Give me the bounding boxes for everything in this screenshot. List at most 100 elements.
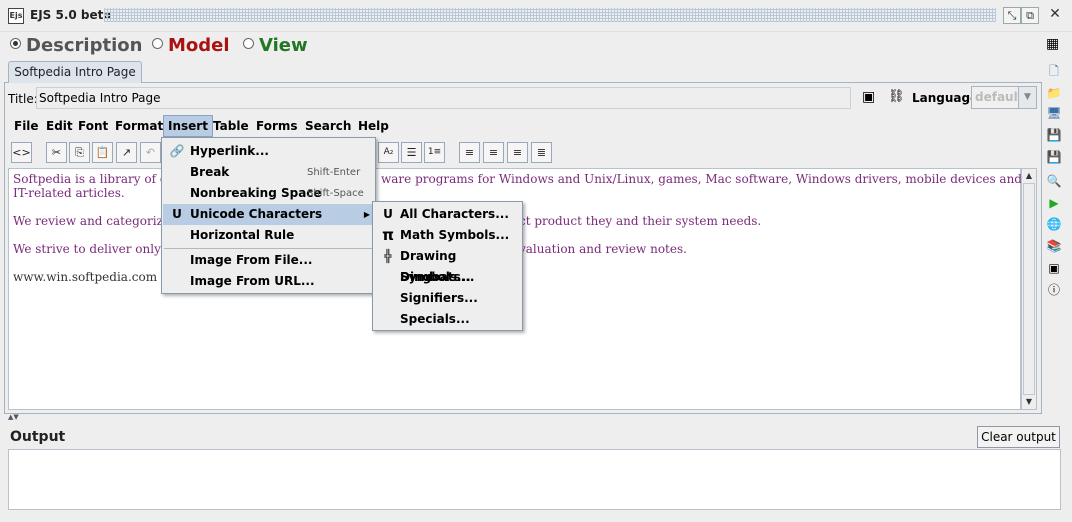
web-globe-icon[interactable]: 🌐 <box>1044 215 1064 233</box>
scroll-thumb[interactable] <box>1023 183 1035 395</box>
export-icon[interactable]: ↗ <box>116 142 137 163</box>
cut-icon[interactable]: ✂ <box>46 142 67 163</box>
submenu-item-label: Signifiers... <box>400 291 478 305</box>
unicode-icon: U <box>383 207 393 221</box>
menubar: File Edit Font Format Insert Table Forms… <box>10 115 410 137</box>
submenu-item-label: All Characters... <box>400 207 509 221</box>
open-folder-icon[interactable]: 📁 <box>1044 84 1064 102</box>
new-file-icon[interactable]: 🗋 <box>1044 62 1064 80</box>
menu-file[interactable]: File <box>10 116 43 136</box>
save-as-icon[interactable]: 💾 <box>1044 148 1064 166</box>
menu-item-label: Nonbreaking Space <box>190 186 322 200</box>
paste-icon[interactable]: 📋 <box>92 142 113 163</box>
tab-softpedia-intro-page[interactable]: Softpedia Intro Page <box>8 61 142 83</box>
options-icon[interactable]: ▣ <box>1044 259 1064 277</box>
pi-icon: π <box>382 226 394 244</box>
search-icon[interactable]: 🔍 <box>1044 172 1064 190</box>
submenu-item-all-characters[interactable]: U All Characters... <box>374 204 521 225</box>
mode-view-radio[interactable]: View <box>243 36 308 56</box>
submenu-item-label: Math Symbols... <box>400 228 510 242</box>
menu-item-label: Horizontal Rule <box>190 228 295 242</box>
numbered-list-icon[interactable]: 1≡ <box>424 142 445 163</box>
menu-edit[interactable]: Edit <box>42 116 77 136</box>
page-properties-icon[interactable]: ▣ <box>862 89 875 105</box>
undo-icon[interactable]: ↶ <box>140 142 161 163</box>
editor-line: ct product they and their system needs. <box>519 214 762 228</box>
output-label: Output <box>10 429 66 445</box>
submenu-item-signifiers[interactable]: Signifiers... <box>374 288 521 309</box>
close-window-icon[interactable]: ✕ <box>1046 7 1064 24</box>
align-justify-icon[interactable]: ≣ <box>531 142 552 163</box>
drawing-symbol-icon: ╬ <box>384 249 392 263</box>
mode-model-radio[interactable]: Model <box>152 36 230 56</box>
window-title: EJS 5.0 beta <box>30 8 112 22</box>
open-examples-icon[interactable]: 🖥 <box>1044 104 1064 122</box>
title-input[interactable]: Softpedia Intro Page <box>36 87 851 109</box>
insert-menu: 🔗 Hyperlink... Break Shift-Enter Nonbrea… <box>161 137 376 294</box>
link-chain-icon[interactable]: ⛓ <box>888 89 905 104</box>
save-icon[interactable]: 💾 <box>1044 126 1064 144</box>
menu-item-unicode-characters[interactable]: U Unicode Characters ▶ <box>163 204 374 225</box>
radio-selected-icon <box>10 38 21 49</box>
menu-help[interactable]: Help <box>354 116 393 136</box>
info-icon[interactable]: ⓘ <box>1044 281 1064 299</box>
menu-format[interactable]: Format <box>111 116 167 136</box>
link-icon: 🔗 <box>169 144 185 158</box>
menu-table[interactable]: Table <box>209 116 253 136</box>
radio-unselected-icon <box>243 38 254 49</box>
menu-item-horizontal-rule[interactable]: Horizontal Rule <box>163 225 374 246</box>
unicode-icon: U <box>172 207 182 221</box>
title-label: Title: <box>8 92 38 106</box>
titlebar-drag-area[interactable] <box>104 8 996 22</box>
editor-scrollbar[interactable]: ▲ ▼ <box>1021 168 1037 410</box>
scroll-down-icon[interactable]: ▼ <box>1023 395 1035 409</box>
menu-separator <box>164 248 373 249</box>
menu-item-nonbreaking-space[interactable]: Nonbreaking Space Shift-Space <box>163 183 374 204</box>
submenu-item-dingbats[interactable]: Dingbats... <box>374 267 521 288</box>
editor-line: www.win.softpedia.com <box>13 270 158 284</box>
editor-line: Softpedia is a library of ov <box>13 172 174 186</box>
submenu-item-math-symbols[interactable]: π Math Symbols... <box>374 225 521 246</box>
menu-item-shortcut: Shift-Space <box>307 188 364 199</box>
maximize-window-icon[interactable]: ⧉ <box>1021 7 1039 24</box>
menu-insert[interactable]: Insert <box>163 115 213 137</box>
editor-line: We strive to deliver only t <box>13 242 170 256</box>
minimize-window-icon[interactable]: ⤡ <box>1003 7 1021 24</box>
align-center-icon[interactable]: ≡ <box>483 142 504 163</box>
split-divider[interactable]: ▲▼ <box>8 413 1060 422</box>
align-left-icon[interactable]: ≡ <box>459 142 480 163</box>
editor-line: We review and categorize <box>13 214 170 228</box>
menu-item-label: Image From URL... <box>190 274 315 288</box>
clear-output-button[interactable]: Clear output <box>977 426 1060 448</box>
layers-icon[interactable]: 📚 <box>1044 237 1064 255</box>
radio-unselected-icon <box>152 38 163 49</box>
menu-font[interactable]: Font <box>74 116 112 136</box>
menu-item-hyperlink[interactable]: 🔗 Hyperlink... <box>163 141 374 162</box>
editor-line: valuation and review notes. <box>519 242 687 256</box>
menu-item-image-from-url[interactable]: Image From URL... <box>163 271 374 292</box>
chevron-down-icon: ▼ <box>1018 87 1036 108</box>
unicode-submenu: U All Characters... π Math Symbols... ╬ … <box>372 201 523 331</box>
menu-item-label: Hyperlink... <box>190 144 269 158</box>
submenu-item-drawing-symbols[interactable]: ╬ Drawing Symbols... <box>374 246 521 284</box>
ejs-logo-icon: Ejs <box>8 8 24 24</box>
table-grid-icon[interactable]: ▦ <box>1046 36 1059 52</box>
mode-description-label: Description <box>26 35 143 56</box>
mode-description-radio[interactable]: Description <box>10 36 142 56</box>
align-right-icon[interactable]: ≡ <box>507 142 528 163</box>
subscript-icon[interactable]: A₂ <box>378 142 399 163</box>
bullet-list-icon[interactable]: ☰ <box>401 142 422 163</box>
language-value: default <box>975 90 1024 104</box>
language-select[interactable]: default ▼ <box>971 86 1037 109</box>
source-view-icon[interactable]: <> <box>11 142 32 163</box>
copy-icon[interactable]: ⎘ <box>69 142 90 163</box>
output-area[interactable] <box>8 449 1061 510</box>
scroll-up-icon[interactable]: ▲ <box>1023 169 1035 183</box>
menu-search[interactable]: Search <box>301 116 355 136</box>
menu-item-label: Image From File... <box>190 253 313 267</box>
menu-item-break[interactable]: Break Shift-Enter <box>163 162 374 183</box>
submenu-item-specials[interactable]: Specials... <box>374 309 521 330</box>
menu-item-image-from-file[interactable]: Image From File... <box>163 250 374 271</box>
run-icon[interactable]: ▶ <box>1044 194 1064 212</box>
menu-forms[interactable]: Forms <box>252 116 302 136</box>
